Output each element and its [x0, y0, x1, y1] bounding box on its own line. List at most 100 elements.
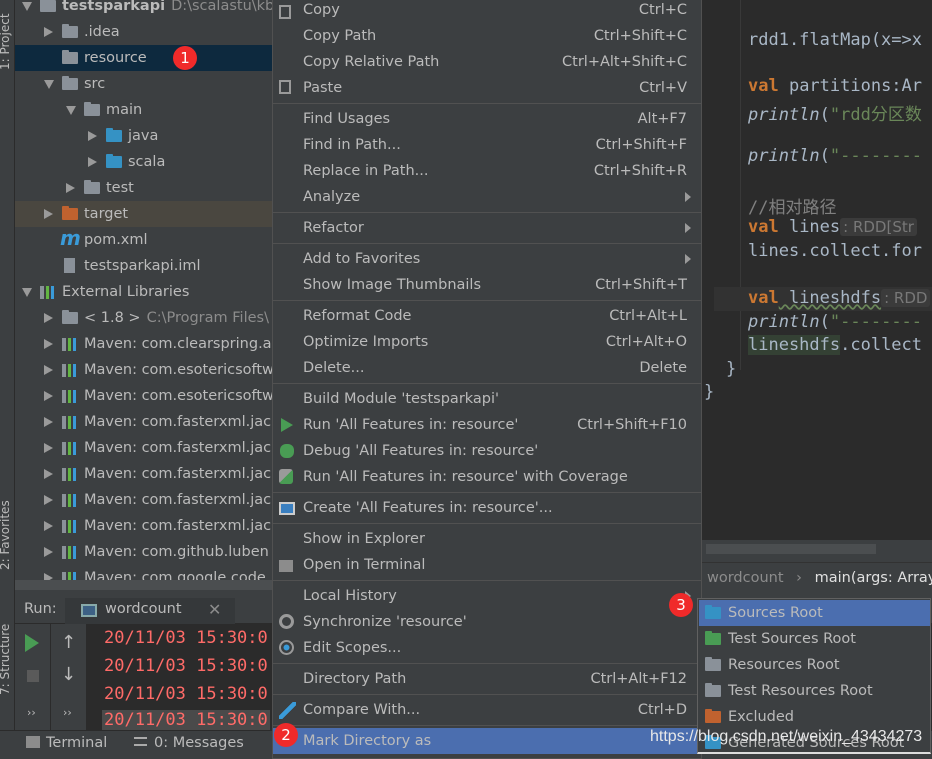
tree-item[interactable]: target: [15, 201, 272, 227]
rerun-icon[interactable]: [25, 634, 39, 652]
breadcrumb-file[interactable]: wordcount: [707, 570, 784, 586]
menu-item-analyze[interactable]: Analyze: [273, 184, 701, 210]
maven-icon: m: [60, 226, 81, 250]
tree-item[interactable]: main: [15, 97, 272, 123]
tree-horizontal-scrollbar[interactable]: [15, 580, 272, 590]
menu-item-optimize-imports[interactable]: Optimize Imports Ctrl+Alt+O: [273, 329, 701, 355]
tree-item[interactable]: resource: [15, 45, 272, 71]
chevron-down-icon[interactable]: [22, 2, 32, 11]
tree-item[interactable]: java: [15, 123, 272, 149]
menu-item-copy-path[interactable]: Copy Path Ctrl+Shift+C: [273, 23, 701, 49]
code-editor[interactable]: rdd1.flatMap(x=>x val partitions:Ar printl…: [702, 0, 932, 540]
messages-tool-button[interactable]: 0: Messages: [154, 735, 244, 751]
menu-item-synchronize-resource[interactable]: Synchronize 'resource': [273, 609, 701, 635]
tree-item[interactable]: testsparkapi.iml: [15, 253, 272, 279]
chevron-right-icon[interactable]: [44, 547, 53, 557]
stop-icon[interactable]: [27, 670, 39, 682]
folder-icon: [62, 24, 78, 38]
tree-item[interactable]: Maven: com.clearspring.a: [15, 331, 272, 357]
menu-item-build-module-testsparkapi[interactable]: Build Module 'testsparkapi': [273, 386, 701, 412]
menu-item-paste[interactable]: Paste Ctrl+V: [273, 75, 701, 101]
close-tab-icon[interactable]: ✕: [208, 600, 221, 619]
chevron-right-icon[interactable]: [44, 469, 53, 479]
menu-item-local-history[interactable]: Local History: [273, 583, 701, 609]
menu-item-show-in-explorer[interactable]: Show in Explorer: [273, 526, 701, 552]
tree-item[interactable]: testsparkapi D:\scalastu\kb0: [15, 0, 272, 19]
tree-item[interactable]: Maven: com.fasterxml.jack: [15, 461, 272, 487]
tree-item-text: main: [106, 102, 143, 118]
menu-item-directory-path[interactable]: Directory Path Ctrl+Alt+F12: [273, 666, 701, 692]
chevron-right-icon[interactable]: [88, 157, 97, 167]
menu-item-show-image-thumbnails[interactable]: Show Image Thumbnails Ctrl+Shift+T: [273, 272, 701, 298]
menu-item-run-all-features-in-resource[interactable]: Run 'All Features in: resource' Ctrl+Shif…: [273, 412, 701, 438]
tree-item[interactable]: m pom.xml: [15, 226, 272, 253]
chevron-right-icon[interactable]: [44, 391, 53, 401]
menu-item-open-in-terminal[interactable]: Open in Terminal: [273, 552, 701, 578]
code-token: val: [748, 288, 779, 308]
submenu-item-excluded[interactable]: Excluded: [699, 704, 930, 730]
chevron-right-icon[interactable]: [44, 521, 53, 531]
chevron-right-icon[interactable]: [44, 313, 53, 323]
menu-item-edit-scopes[interactable]: Edit Scopes...: [273, 635, 701, 661]
tree-item[interactable]: Maven: com.esotericsoftw: [15, 383, 272, 409]
menu-item-refactor[interactable]: Refactor: [273, 215, 701, 241]
menu-item-create-all-features-in-resource[interactable]: Create 'All Features in: resource'...: [273, 495, 701, 521]
menu-item-debug-all-features-in-resource[interactable]: Debug 'All Features in: resource': [273, 438, 701, 464]
menu-item-find-usages[interactable]: Find Usages Alt+F7: [273, 106, 701, 132]
tree-item[interactable]: Maven: com.fasterxml.jack: [15, 487, 272, 513]
menu-item-mark-directory-as[interactable]: Mark Directory as: [273, 728, 701, 754]
tree-item[interactable]: External Libraries: [15, 279, 272, 305]
tree-item[interactable]: Maven: com.fasterxml.jack: [15, 435, 272, 461]
chevron-right-icon[interactable]: [88, 131, 97, 141]
project-tool-button[interactable]: 1: Project: [0, 13, 12, 70]
menu-item-run-all-features-in-resource-with-coverage[interactable]: Run 'All Features in: resource' with Cov…: [273, 464, 701, 490]
tree-item[interactable]: test: [15, 175, 272, 201]
chevron-right-icon[interactable]: [44, 495, 53, 505]
tree-item[interactable]: scala: [15, 149, 272, 175]
chevron-right-icon[interactable]: [44, 209, 53, 219]
menu-item-reformat-code[interactable]: Reformat Code Ctrl+Alt+L: [273, 303, 701, 329]
terminal-tool-button[interactable]: Terminal: [46, 735, 107, 751]
chevron-right-icon[interactable]: [44, 339, 53, 349]
chevron-down-icon[interactable]: [66, 106, 76, 115]
chevron-right-icon[interactable]: [66, 183, 75, 193]
menu-item-copy[interactable]: Copy Ctrl+C: [273, 0, 701, 23]
tree-item[interactable]: < 1.8 > C:\Program Files\: [15, 305, 272, 331]
submenu-item-sources-root[interactable]: Sources Root: [699, 600, 930, 626]
chevron-right-icon[interactable]: [44, 417, 53, 427]
more-actions-icon[interactable]: ››: [27, 706, 36, 719]
tree-item[interactable]: src: [15, 71, 272, 97]
chevron-down-icon[interactable]: [22, 288, 32, 297]
menu-item-add-to-favorites[interactable]: Add to Favorites: [273, 246, 701, 272]
menu-item-shortcut: Delete: [639, 360, 687, 376]
chevron-right-icon[interactable]: [44, 443, 53, 453]
tree-item[interactable]: Maven: com.fasterxml.jack: [15, 513, 272, 539]
scroll-up-icon[interactable]: ↑: [61, 632, 76, 653]
editor-horizontal-scrollbar[interactable]: [706, 544, 876, 554]
menu-item-find-in-path[interactable]: Find in Path... Ctrl+Shift+F: [273, 132, 701, 158]
favorites-tool-button[interactable]: 2: Favorites: [0, 500, 12, 570]
chevron-right-icon[interactable]: [44, 27, 53, 37]
submenu-item-test-resources-root[interactable]: Test Resources Root: [699, 678, 930, 704]
tree-item[interactable]: Maven: com.fasterxml.jack: [15, 409, 272, 435]
scroll-down-icon[interactable]: ↓: [61, 664, 76, 685]
run-tab-wordcount[interactable]: wordcount ✕: [65, 598, 235, 624]
more-actions-icon[interactable]: ››: [63, 706, 72, 719]
menu-item-shortcut: Ctrl+Shift+R: [593, 163, 687, 179]
submenu-item-test-sources-root[interactable]: Test Sources Root: [699, 626, 930, 652]
menu-item-shortcut: Ctrl+Shift+C: [593, 28, 687, 44]
structure-tool-button[interactable]: 7: Structure: [0, 624, 12, 695]
chevron-right-icon[interactable]: [44, 365, 53, 375]
chevron-down-icon[interactable]: [44, 80, 54, 89]
submenu-item-resources-root[interactable]: Resources Root: [699, 652, 930, 678]
tree-item[interactable]: .idea: [15, 19, 272, 45]
code-token: lineshdfs: [748, 335, 841, 355]
tree-item-text: target: [84, 206, 129, 222]
menu-item-copy-relative-path[interactable]: Copy Relative Path Ctrl+Alt+Shift+C: [273, 49, 701, 75]
menu-item-delete[interactable]: Delete... Delete: [273, 355, 701, 381]
tree-item[interactable]: Maven: com.github.luben: [15, 539, 272, 565]
breadcrumb-method[interactable]: main(args: Array: [815, 570, 932, 586]
tree-item[interactable]: Maven: com.esotericsoftw: [15, 357, 272, 383]
menu-item-replace-in-path[interactable]: Replace in Path... Ctrl+Shift+R: [273, 158, 701, 184]
menu-item-compare-with[interactable]: Compare With... Ctrl+D: [273, 697, 701, 723]
